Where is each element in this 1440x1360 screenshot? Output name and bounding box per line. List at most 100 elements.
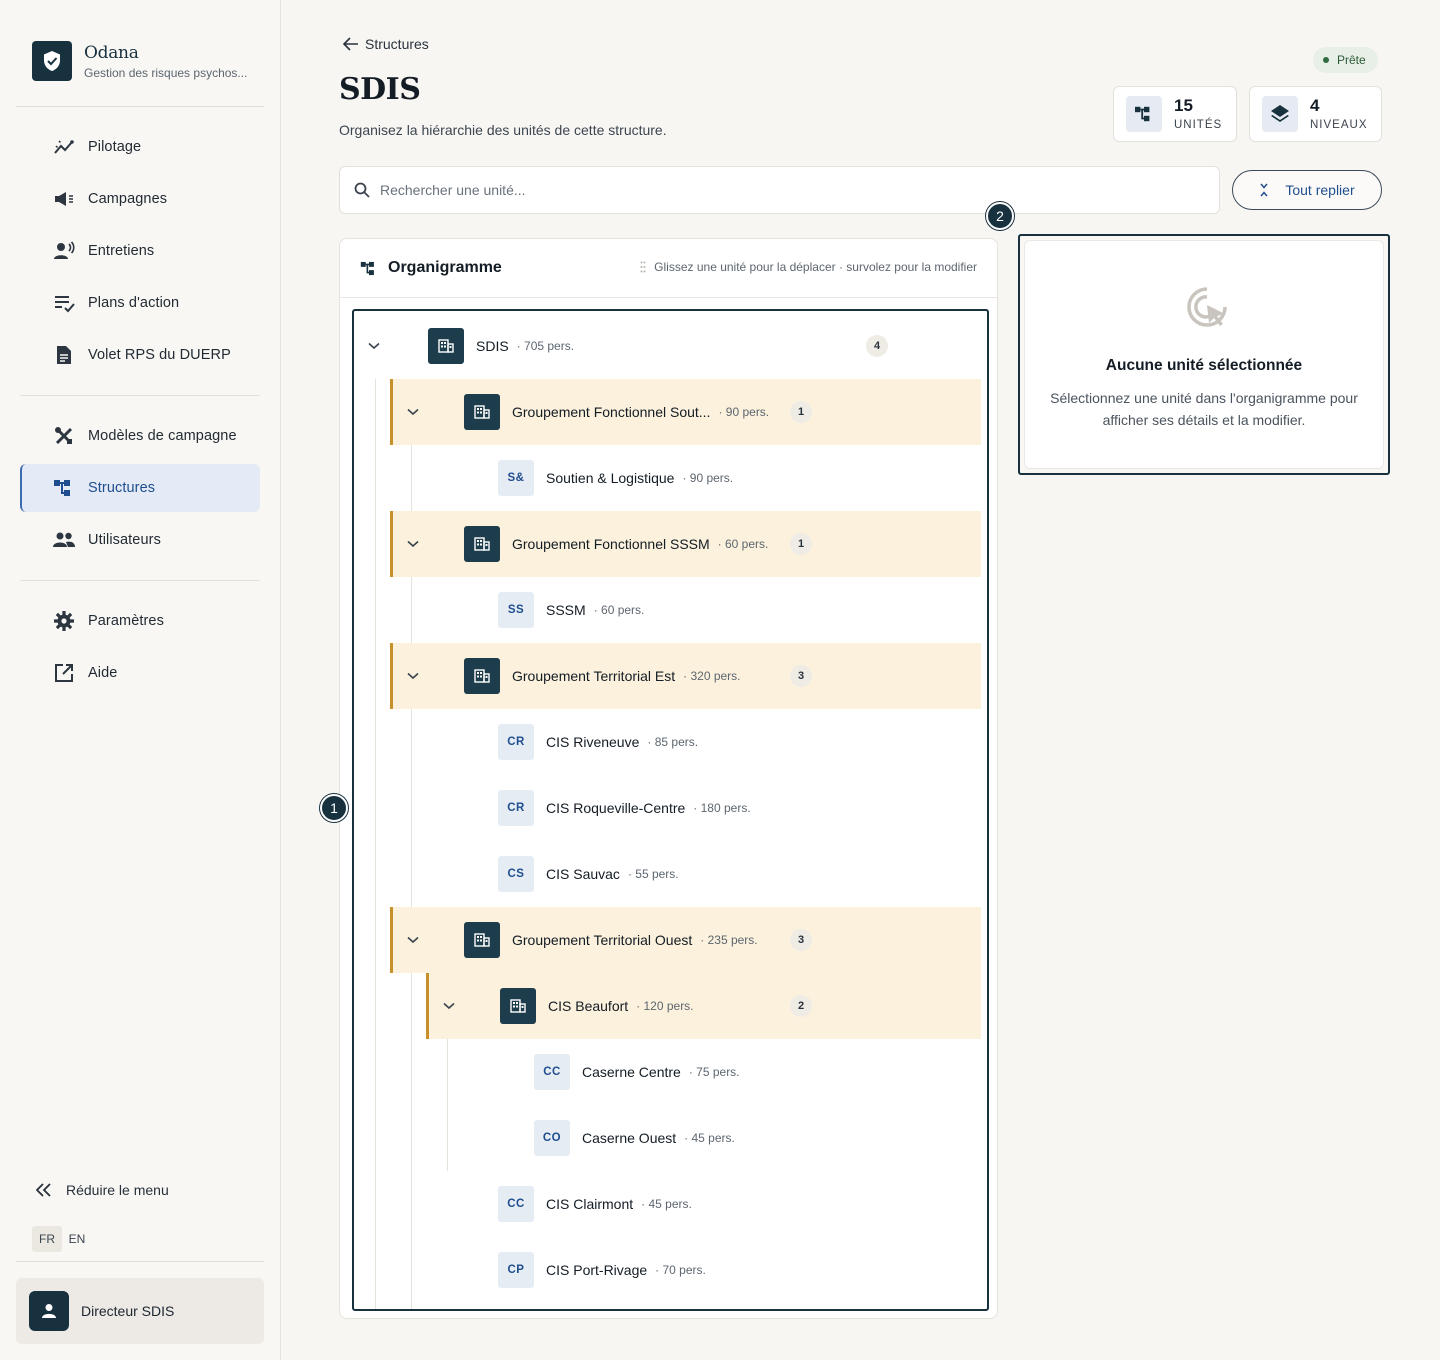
annotation-marker-2: 2 [986, 202, 1014, 230]
divider [16, 106, 264, 107]
unit-headcount: · 120 pers. [636, 999, 694, 1013]
back-link[interactable]: Structures [343, 36, 429, 52]
nav-label: Volet RPS du DUERP [88, 347, 231, 363]
org-chart-title: Organigramme [388, 259, 502, 276]
unit-headcount: · 60 pers. [593, 603, 645, 617]
nav-item-volet-rps[interactable]: Volet RPS du DUERP [20, 331, 260, 379]
unit-name: SDIS [476, 338, 509, 354]
org-unit-row[interactable]: CR CIS Riveneuve · 85 pers. [390, 709, 981, 775]
collapse-menu-button[interactable]: Réduire le menu [36, 1182, 169, 1198]
layers-icon [1262, 96, 1298, 132]
nav-label: Aide [88, 665, 118, 681]
status-label: Prête [1337, 53, 1366, 67]
unit-abbr-badge: CS [498, 856, 534, 892]
org-group-row[interactable]: Groupement Fonctionnel SSSM · 60 pers. 1 [390, 511, 981, 577]
hierarchy-icon [360, 261, 374, 275]
unit-headcount: · 55 pers. [627, 867, 679, 881]
org-unit-row[interactable]: SS SSSM · 60 pers. [390, 577, 981, 643]
chevron-down-icon[interactable] [439, 996, 459, 1016]
tools-icon [52, 424, 76, 448]
nav-item-entretiens[interactable]: Entretiens [20, 227, 260, 275]
nav-label: Entretiens [88, 243, 155, 259]
group-icon [52, 528, 76, 552]
nav-item-aide[interactable]: Aide [20, 649, 260, 697]
analytics-icon [52, 135, 76, 159]
person-icon [42, 1304, 56, 1318]
org-unit-row[interactable]: CO Caserne Ouest · 45 pers. [426, 1105, 981, 1171]
lang-fr[interactable]: FR [32, 1226, 62, 1252]
stat-label: NIVEAUX [1310, 119, 1368, 131]
org-unit-row[interactable]: CS CIS Sauvac · 55 pers. [390, 841, 981, 907]
unit-headcount: · 75 pers. [688, 1065, 740, 1079]
org-unit-row[interactable]: CP CIS Port-Rivage · 70 pers. [390, 1237, 981, 1303]
status-dot-icon [1323, 57, 1329, 63]
divider [20, 580, 260, 581]
unit-name: Caserne Ouest [582, 1130, 677, 1146]
org-group-row[interactable]: Groupement Territorial Ouest · 235 pers. 3 [390, 907, 981, 973]
unit-headcount: · 90 pers. [682, 471, 734, 485]
divider [16, 1261, 264, 1262]
unit-name: CIS Clairmont [546, 1196, 634, 1212]
nav-label: Utilisateurs [88, 532, 161, 548]
nav-item-parametres[interactable]: Paramètres [20, 597, 260, 645]
nav-item-plans-action[interactable]: Plans d'action [20, 279, 260, 327]
chevron-down-icon[interactable] [364, 336, 384, 356]
language-switcher: FR EN [32, 1226, 92, 1252]
org-unit-row[interactable]: S& Soutien & Logistique · 90 pers. [390, 445, 981, 511]
org-unit-row[interactable]: CC CIS Clairmont · 45 pers. [390, 1171, 981, 1237]
children-count-badge: 2 [790, 995, 812, 1017]
org-group-row[interactable]: SDIS · 705 pers. 4 [354, 313, 987, 379]
nav-item-pilotage[interactable]: Pilotage [20, 123, 260, 171]
user-card[interactable]: Directeur SDIS [16, 1278, 264, 1344]
nav-item-campagnes[interactable]: Campagnes [20, 175, 260, 223]
nav-label: Paramètres [88, 613, 164, 629]
children-count-badge: 3 [790, 929, 812, 951]
chevron-down-icon[interactable] [403, 930, 423, 950]
drag-hint: Glissez une unité pour la déplacer · sur… [640, 260, 977, 274]
search-box [339, 166, 1220, 214]
user-name: Directeur SDIS [81, 1303, 175, 1319]
unit-name: Groupement Fonctionnel SSSM [512, 536, 710, 552]
unit-name: CIS Riveneuve [546, 734, 640, 750]
select-cursor-icon [1185, 285, 1229, 329]
unit-name: Groupement Territorial Est [512, 668, 676, 684]
chevron-down-icon[interactable] [403, 402, 423, 422]
unit-abbr-badge: CO [534, 1120, 570, 1156]
unit-abbr-badge: CP [498, 1252, 534, 1288]
brand[interactable]: Odana Gestion des risques psychos... [32, 41, 247, 81]
voice-person-icon [52, 239, 76, 263]
collapse-all-label: Tout replier [1285, 182, 1355, 198]
org-unit-row[interactable]: CC Caserne Centre · 75 pers. [426, 1039, 981, 1105]
org-group-row[interactable]: Groupement Fonctionnel Sout... · 90 pers.… [390, 379, 981, 445]
stat-label: UNITÉS [1174, 119, 1223, 131]
empty-state-title: Aucune unité sélectionnée [1105, 357, 1303, 374]
chevron-down-icon[interactable] [403, 534, 423, 554]
hierarchy-icon [52, 476, 76, 500]
external-link-icon [52, 661, 76, 685]
children-count-badge: 1 [790, 401, 812, 423]
building-icon [428, 328, 464, 364]
unit-headcount: · 320 pers. [683, 669, 741, 683]
org-chart-header: Organigramme Glissez une unité pour la d… [340, 239, 997, 298]
nav-item-utilisateurs[interactable]: Utilisateurs [20, 516, 260, 564]
collapse-all-button[interactable]: Tout replier [1232, 170, 1382, 210]
nav-label: Pilotage [88, 139, 142, 155]
double-chevron-left-icon [36, 1183, 52, 1197]
tree-guide-line [375, 379, 376, 1309]
building-icon [464, 922, 500, 958]
org-group-row[interactable]: CIS Beaufort · 120 pers. 2 [426, 973, 981, 1039]
chevron-down-icon[interactable] [403, 666, 423, 686]
search-input[interactable] [380, 182, 1160, 198]
nav-item-structures[interactable]: Structures [20, 464, 260, 512]
org-group-row[interactable]: Groupement Territorial Est · 320 pers. 3 [390, 643, 981, 709]
org-unit-row[interactable]: CR CIS Roqueville-Centre · 180 pers. [390, 775, 981, 841]
unit-abbr-badge: S& [498, 460, 534, 496]
lang-en[interactable]: EN [62, 1226, 92, 1252]
children-count-badge: 4 [866, 335, 888, 357]
children-count-badge: 3 [790, 665, 812, 687]
nav-item-modeles-campagne[interactable]: Modèles de campagne [20, 412, 260, 460]
shield-logo-icon [32, 41, 72, 81]
sidebar: Odana Gestion des risques psychos... Pil… [0, 0, 281, 1360]
page-title: SDIS [339, 72, 421, 107]
unit-headcount: · 45 pers. [684, 1131, 735, 1145]
